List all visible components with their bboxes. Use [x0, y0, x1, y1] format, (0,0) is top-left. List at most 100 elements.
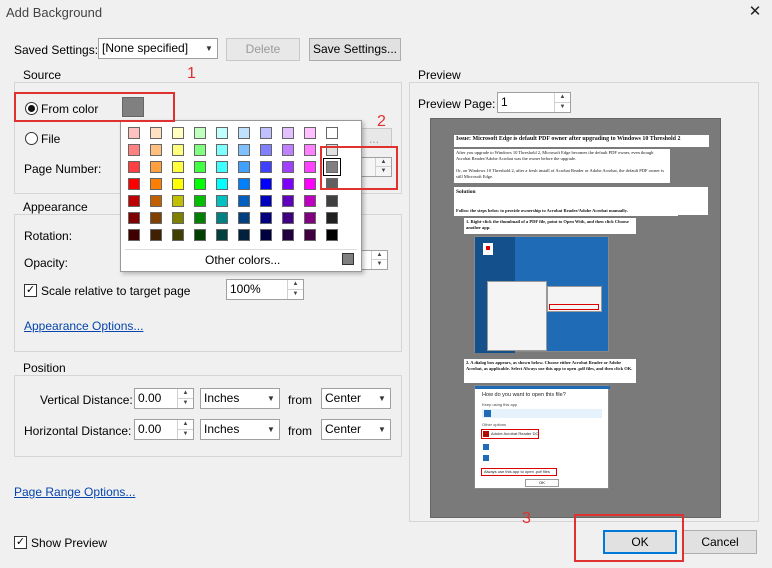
opacity-spinner[interactable]: ▲ ▼ — [358, 250, 388, 270]
color-swatch[interactable] — [282, 229, 294, 241]
color-swatch[interactable] — [216, 161, 228, 173]
spin-down-icon[interactable]: ▼ — [372, 260, 387, 269]
delete-button[interactable]: Delete — [226, 38, 300, 61]
color-swatch[interactable] — [260, 144, 272, 156]
color-swatch[interactable] — [326, 127, 338, 139]
saved-settings-select[interactable]: [None specified] ▼ — [98, 38, 218, 59]
color-swatch[interactable] — [260, 195, 272, 207]
spin-up-icon[interactable]: ▲ — [178, 420, 193, 430]
color-swatch[interactable] — [128, 229, 140, 241]
vertical-unit-select[interactable]: Inches ▼ — [200, 388, 280, 409]
spin-up-icon[interactable]: ▲ — [288, 280, 303, 290]
color-swatch[interactable] — [172, 212, 184, 224]
color-swatch[interactable] — [150, 212, 162, 224]
spin-down-icon[interactable]: ▼ — [288, 290, 303, 300]
color-swatch[interactable] — [216, 229, 228, 241]
color-swatch[interactable] — [326, 195, 338, 207]
color-swatch[interactable] — [304, 195, 316, 207]
color-swatch[interactable] — [128, 195, 140, 207]
color-swatch[interactable] — [238, 212, 250, 224]
save-settings-button[interactable]: Save Settings... — [309, 38, 401, 61]
color-swatch[interactable] — [128, 144, 140, 156]
custom-color-swatch[interactable] — [342, 253, 354, 265]
color-swatch[interactable] — [172, 144, 184, 156]
color-swatch[interactable] — [260, 127, 272, 139]
doc-step1-box: 1. Right-click the thumbnail of a PDF fi… — [464, 218, 636, 234]
color-swatch[interactable] — [216, 127, 228, 139]
color-swatch[interactable] — [260, 178, 272, 190]
color-swatch[interactable] — [150, 178, 162, 190]
appearance-options-link[interactable]: Appearance Options... — [24, 319, 143, 333]
color-swatch[interactable] — [194, 127, 206, 139]
color-swatch[interactable] — [150, 161, 162, 173]
color-swatch[interactable] — [194, 195, 206, 207]
file-radio[interactable] — [25, 132, 38, 145]
color-swatch[interactable] — [304, 144, 316, 156]
vertical-distance-spinner[interactable]: 0.00 ▲ ▼ — [134, 388, 194, 409]
color-swatch[interactable] — [172, 178, 184, 190]
color-swatch[interactable] — [128, 212, 140, 224]
color-swatch[interactable] — [238, 195, 250, 207]
color-swatch[interactable] — [282, 212, 294, 224]
color-swatch[interactable] — [304, 161, 316, 173]
color-swatch[interactable] — [216, 195, 228, 207]
spin-up-icon[interactable]: ▲ — [178, 389, 193, 399]
color-swatch[interactable] — [150, 229, 162, 241]
color-swatch[interactable] — [304, 212, 316, 224]
color-swatch[interactable] — [216, 212, 228, 224]
horizontal-unit-select[interactable]: Inches ▼ — [200, 419, 280, 440]
color-swatch[interactable] — [238, 144, 250, 156]
color-swatch[interactable] — [238, 127, 250, 139]
color-swatch[interactable] — [194, 212, 206, 224]
color-swatch[interactable] — [282, 127, 294, 139]
color-swatch[interactable] — [194, 144, 206, 156]
cancel-button[interactable]: Cancel — [683, 530, 757, 554]
color-swatch[interactable] — [238, 178, 250, 190]
other-colors-row[interactable]: Other colors... — [125, 249, 357, 267]
scale-checkbox[interactable]: ✓ — [24, 284, 37, 297]
color-swatch[interactable] — [150, 144, 162, 156]
color-swatch[interactable] — [216, 178, 228, 190]
color-swatch[interactable] — [304, 127, 316, 139]
color-swatch[interactable] — [172, 229, 184, 241]
spin-down-icon[interactable]: ▼ — [555, 103, 570, 113]
page-range-options-link[interactable]: Page Range Options... — [14, 485, 135, 499]
color-swatch[interactable] — [304, 229, 316, 241]
color-swatch[interactable] — [172, 127, 184, 139]
color-swatch[interactable] — [260, 161, 272, 173]
color-swatch[interactable] — [282, 195, 294, 207]
spin-up-icon[interactable]: ▲ — [372, 251, 387, 260]
color-swatch[interactable] — [194, 229, 206, 241]
color-swatch[interactable] — [282, 178, 294, 190]
doc-steps-intro: Follow the steps below to provide owners… — [456, 208, 628, 213]
color-swatch[interactable] — [194, 161, 206, 173]
close-icon[interactable]: ✕ — [745, 2, 765, 22]
color-swatch[interactable] — [128, 178, 140, 190]
color-swatch[interactable] — [150, 195, 162, 207]
spin-up-icon[interactable]: ▲ — [555, 93, 570, 103]
color-swatch[interactable] — [216, 144, 228, 156]
color-swatch[interactable] — [172, 195, 184, 207]
scale-spinner[interactable]: 100% ▲ ▼ — [226, 279, 304, 300]
color-swatch[interactable] — [260, 212, 272, 224]
color-swatch[interactable] — [238, 161, 250, 173]
color-swatch[interactable] — [150, 127, 162, 139]
preview-page-spinner[interactable]: 1 ▲ ▼ — [497, 92, 571, 113]
color-swatch[interactable] — [304, 178, 316, 190]
color-swatch[interactable] — [282, 161, 294, 173]
color-swatch[interactable] — [326, 229, 338, 241]
color-swatch[interactable] — [260, 229, 272, 241]
spin-down-icon[interactable]: ▼ — [178, 430, 193, 440]
show-preview-checkbox[interactable]: ✓ — [14, 536, 27, 549]
color-swatch[interactable] — [128, 127, 140, 139]
color-swatch[interactable] — [282, 144, 294, 156]
spin-down-icon[interactable]: ▼ — [178, 399, 193, 409]
vertical-anchor-select[interactable]: Center ▼ — [321, 388, 391, 409]
color-swatch[interactable] — [128, 161, 140, 173]
horizontal-anchor-select[interactable]: Center ▼ — [321, 419, 391, 440]
color-swatch[interactable] — [238, 229, 250, 241]
color-swatch[interactable] — [326, 212, 338, 224]
color-swatch[interactable] — [194, 178, 206, 190]
horizontal-distance-spinner[interactable]: 0.00 ▲ ▼ — [134, 419, 194, 440]
color-swatch[interactable] — [172, 161, 184, 173]
